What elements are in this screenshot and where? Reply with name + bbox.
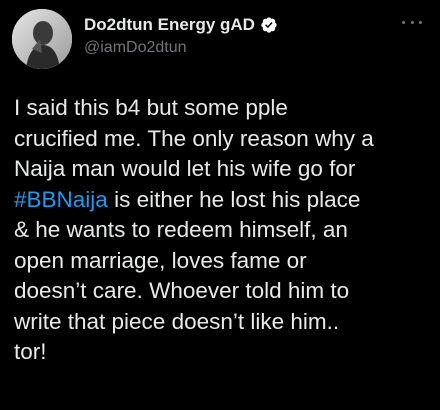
tweet-text: I said this b4 but some pple crucified m… [14, 93, 430, 368]
tweet-line: tor! [14, 339, 47, 364]
dot [410, 20, 414, 24]
tweet-line: open marriage, loves fame or [14, 247, 307, 273]
tweet-line-rest: is either he lost his place [107, 186, 361, 212]
tweet-line: write that piece doesn’t like him.. [14, 308, 340, 334]
tweet-line: & he wants to redeem himself, an [14, 217, 348, 242]
author-handle[interactable]: @iamDo2dtun [84, 39, 187, 57]
tweet-line: Naija man would let his wife go for [14, 156, 356, 181]
tweet-card: Do2dtun Energy gAD @iamDo2dtun I said th… [0, 0, 440, 410]
tweet-line: I said this b4 but some pple [14, 95, 288, 120]
hashtag-link[interactable]: #BBNaija [14, 187, 108, 212]
dot [402, 20, 405, 24]
more-options-icon[interactable] [402, 17, 422, 27]
avatar-photo [12, 9, 72, 69]
dot [419, 20, 422, 24]
display-name[interactable]: Do2dtun Energy gAD [84, 15, 255, 35]
avatar[interactable] [12, 9, 72, 69]
author-name-row: Do2dtun Energy gAD [84, 14, 278, 36]
tweet-line: crucified me. The only reason why a [14, 125, 374, 151]
verified-badge-icon [260, 16, 278, 34]
tweet-line-with-hashtag: #BBNaija is either he lost his place [14, 185, 430, 216]
tweet-line: doesn’t care. Whoever told him to [14, 278, 350, 303]
